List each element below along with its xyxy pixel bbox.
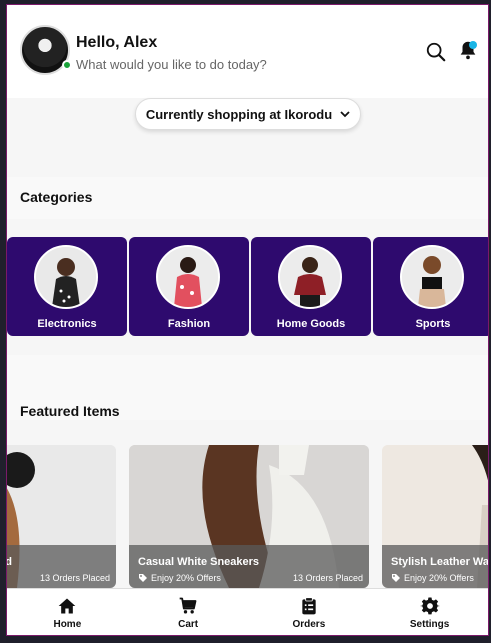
featured-items-row: rd 13 Orders Placed Casual White Sneaker… <box>7 445 489 588</box>
featured-title: Featured Items <box>20 403 120 419</box>
category-card-electronics[interactable]: Electronics <box>7 237 127 336</box>
nav-orders[interactable]: Orders <box>249 589 370 635</box>
category-label: Sports <box>415 318 451 330</box>
nav-label: Settings <box>409 619 450 630</box>
featured-orders: 13 Orders Placed <box>39 573 110 583</box>
clipboard-icon <box>302 597 316 615</box>
featured-name: rd <box>7 556 12 568</box>
app-screen: Hello, Alex What would you like to do to… <box>6 4 489 636</box>
online-status-dot <box>62 60 72 70</box>
search-icon[interactable] <box>425 41 447 63</box>
nav-label: Cart <box>178 619 199 630</box>
chevron-down-icon <box>340 111 350 118</box>
nav-home[interactable]: Home <box>7 589 128 635</box>
category-image <box>278 245 342 309</box>
nav-label: Orders <box>292 619 326 630</box>
greeting-subtitle: What would you like to do today? <box>76 57 267 72</box>
category-label: Home Goods <box>276 318 346 330</box>
featured-card-partial-left[interactable]: rd 13 Orders Placed <box>7 445 116 588</box>
category-card-sports[interactable]: Sports <box>373 237 488 336</box>
nav-cart[interactable]: Cart <box>128 589 249 635</box>
notification-dot <box>469 41 477 49</box>
category-image <box>400 245 464 309</box>
gear-icon <box>419 597 440 615</box>
location-label: Currently shopping at Ikorodu <box>145 106 333 122</box>
featured-offer: Enjoy 20% Offers <box>138 573 221 583</box>
nav-settings[interactable]: Settings <box>369 589 488 635</box>
featured-name: Stylish Leather Wal <box>391 556 489 568</box>
category-image <box>34 245 98 309</box>
nav-label: Home <box>53 619 82 630</box>
featured-orders: 13 Orders Placed <box>292 573 363 583</box>
featured-card-casual-white-sneakers[interactable]: Casual White Sneakers Enjoy 20% Offers 1… <box>129 445 369 588</box>
bottom-navigation: Home Cart Orders Settings <box>7 588 488 635</box>
category-card-home-goods[interactable]: Home Goods <box>251 237 371 336</box>
header: Hello, Alex What would you like to do to… <box>7 5 488 98</box>
category-label: Electronics <box>37 318 97 330</box>
tag-icon <box>392 574 400 582</box>
category-image <box>156 245 220 309</box>
featured-offer-text: Enjoy 20% Offers <box>404 573 474 583</box>
featured-offer-text: Enjoy 20% Offers <box>151 573 221 583</box>
featured-name: Casual White Sneakers <box>138 556 260 568</box>
tag-icon <box>139 574 147 582</box>
location-selector[interactable]: Currently shopping at Ikorodu <box>135 98 361 130</box>
greeting-text: Hello, Alex <box>76 34 158 51</box>
home-icon <box>59 598 76 614</box>
cart-icon <box>179 597 197 614</box>
categories-title: Categories <box>20 189 93 205</box>
categories-row: Electronics Fashion Home Goods Sports <box>7 237 488 336</box>
category-label: Fashion <box>167 318 211 330</box>
featured-offer: Enjoy 20% Offers <box>391 573 474 583</box>
featured-card-stylish-leather-wallet[interactable]: Stylish Leather Wal Enjoy 20% Offers <box>382 445 489 588</box>
category-card-fashion[interactable]: Fashion <box>129 237 249 336</box>
